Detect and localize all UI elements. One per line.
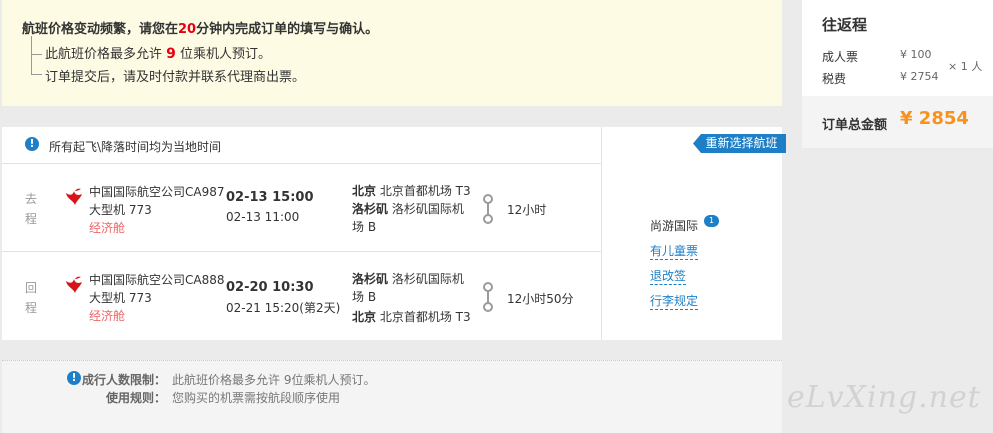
adult-fare-value: ¥ 100 [900, 48, 932, 61]
info-icon: ! [67, 371, 81, 385]
baggage-rules-link[interactable]: 行李规定 [650, 294, 699, 310]
adult-fare-label: 成人票 [822, 50, 859, 64]
notice-title: 航班价格变动频繁，请您在20分钟内完成订单的填写与确认。 [22, 22, 379, 37]
departure-location: 北京 北京首都机场 T3 [352, 184, 471, 198]
arrival-time: 02-13 11:00 [226, 210, 300, 224]
timezone-info-text: 所有起飞\降落时间均为当地时间 [49, 140, 222, 154]
departure-location: 洛杉矶 洛杉矶国际机场 B [352, 272, 464, 304]
departure-time: 02-20 10:30 [226, 280, 314, 295]
flight-duration: 12小时 [507, 203, 547, 217]
trip-type-title: 往返程 [822, 16, 868, 34]
route-connector-icon [483, 282, 493, 312]
reselect-flight-button[interactable]: 重新选择航班 [693, 134, 786, 153]
cabin-class: 经济舱 [89, 221, 126, 235]
segment-divider [2, 251, 601, 252]
passenger-limit-label: 成行人数限制： [82, 373, 167, 387]
child-ticket-link[interactable]: 有儿童票 [650, 244, 699, 260]
total-label: 订单总金额 [822, 118, 888, 133]
tax-value: ¥ 2754 [900, 70, 939, 83]
timezone-info: ! 所有起飞\降落时间均为当地时间 [2, 127, 601, 164]
passenger-multiplier: × 1 人 [948, 60, 983, 73]
price-summary: 往返程 成人票 ¥ 100 税费 ¥ 2754 × 1 人 [802, 0, 993, 96]
tree-connector [31, 36, 42, 55]
agent-name: 尚游国际 [650, 219, 699, 233]
segment-tag-return: 回程 [25, 281, 38, 315]
arrival-location: 洛杉矶 洛杉矶国际机场 B [352, 202, 464, 234]
notice-item-passenger-limit: 此航班价格最多允许 9 位乘机人预订。 [45, 46, 272, 62]
info-icon: ! [25, 137, 39, 151]
flight-duration: 12小时50分 [507, 292, 574, 306]
flight-segments: ! 所有起飞\降落时间均为当地时间 去程 中国国际航空公司CA987 大型机 7… [2, 127, 602, 340]
restrictions-bar: ! 成行人数限制： 此航班价格最多允许 9位乘机人预订。 使用规则： 您购买的机… [2, 360, 782, 433]
notice-minutes: 20 [178, 22, 197, 37]
departure-time: 02-13 15:00 [226, 190, 314, 205]
site-watermark: eLvXing.net [787, 380, 981, 415]
airline-flight-number: 中国国际航空公司CA987 [89, 185, 225, 199]
total-value: ¥ 2854 [900, 108, 969, 129]
air-china-logo-icon [66, 188, 82, 205]
arrival-location: 北京 北京首都机场 T3 [352, 310, 471, 324]
refund-change-link[interactable]: 退改签 [650, 269, 687, 285]
tax-label: 税费 [822, 72, 847, 86]
aircraft-type: 大型机 773 [89, 291, 152, 305]
notice-item-payment: 订单提交后，请及时付款并联系代理商出票。 [45, 70, 306, 85]
booking-notice: 航班价格变动频繁，请您在20分钟内完成订单的填写与确认。 此航班价格最多允许 9… [2, 0, 782, 106]
agent-rating-badge: 1 [704, 215, 719, 227]
air-china-logo-icon [66, 276, 82, 293]
airline-flight-number: 中国国际航空公司CA888 [89, 273, 225, 287]
route-connector-icon [483, 194, 493, 224]
usage-rule-label: 使用规则： [106, 391, 167, 405]
cabin-class: 经济舱 [89, 309, 126, 323]
usage-rule-value: 您购买的机票需按航段顺序使用 [172, 391, 341, 405]
segment-tag-outbound: 去程 [25, 192, 38, 226]
tree-connector [31, 54, 42, 75]
passenger-limit-value: 此航班价格最多允许 9位乘机人预订。 [172, 373, 376, 387]
order-total: 订单总金额 ¥ 2854 [802, 96, 993, 148]
aircraft-type: 大型机 773 [89, 203, 152, 217]
arrival-time: 02-21 15:20(第2天) [226, 301, 341, 315]
